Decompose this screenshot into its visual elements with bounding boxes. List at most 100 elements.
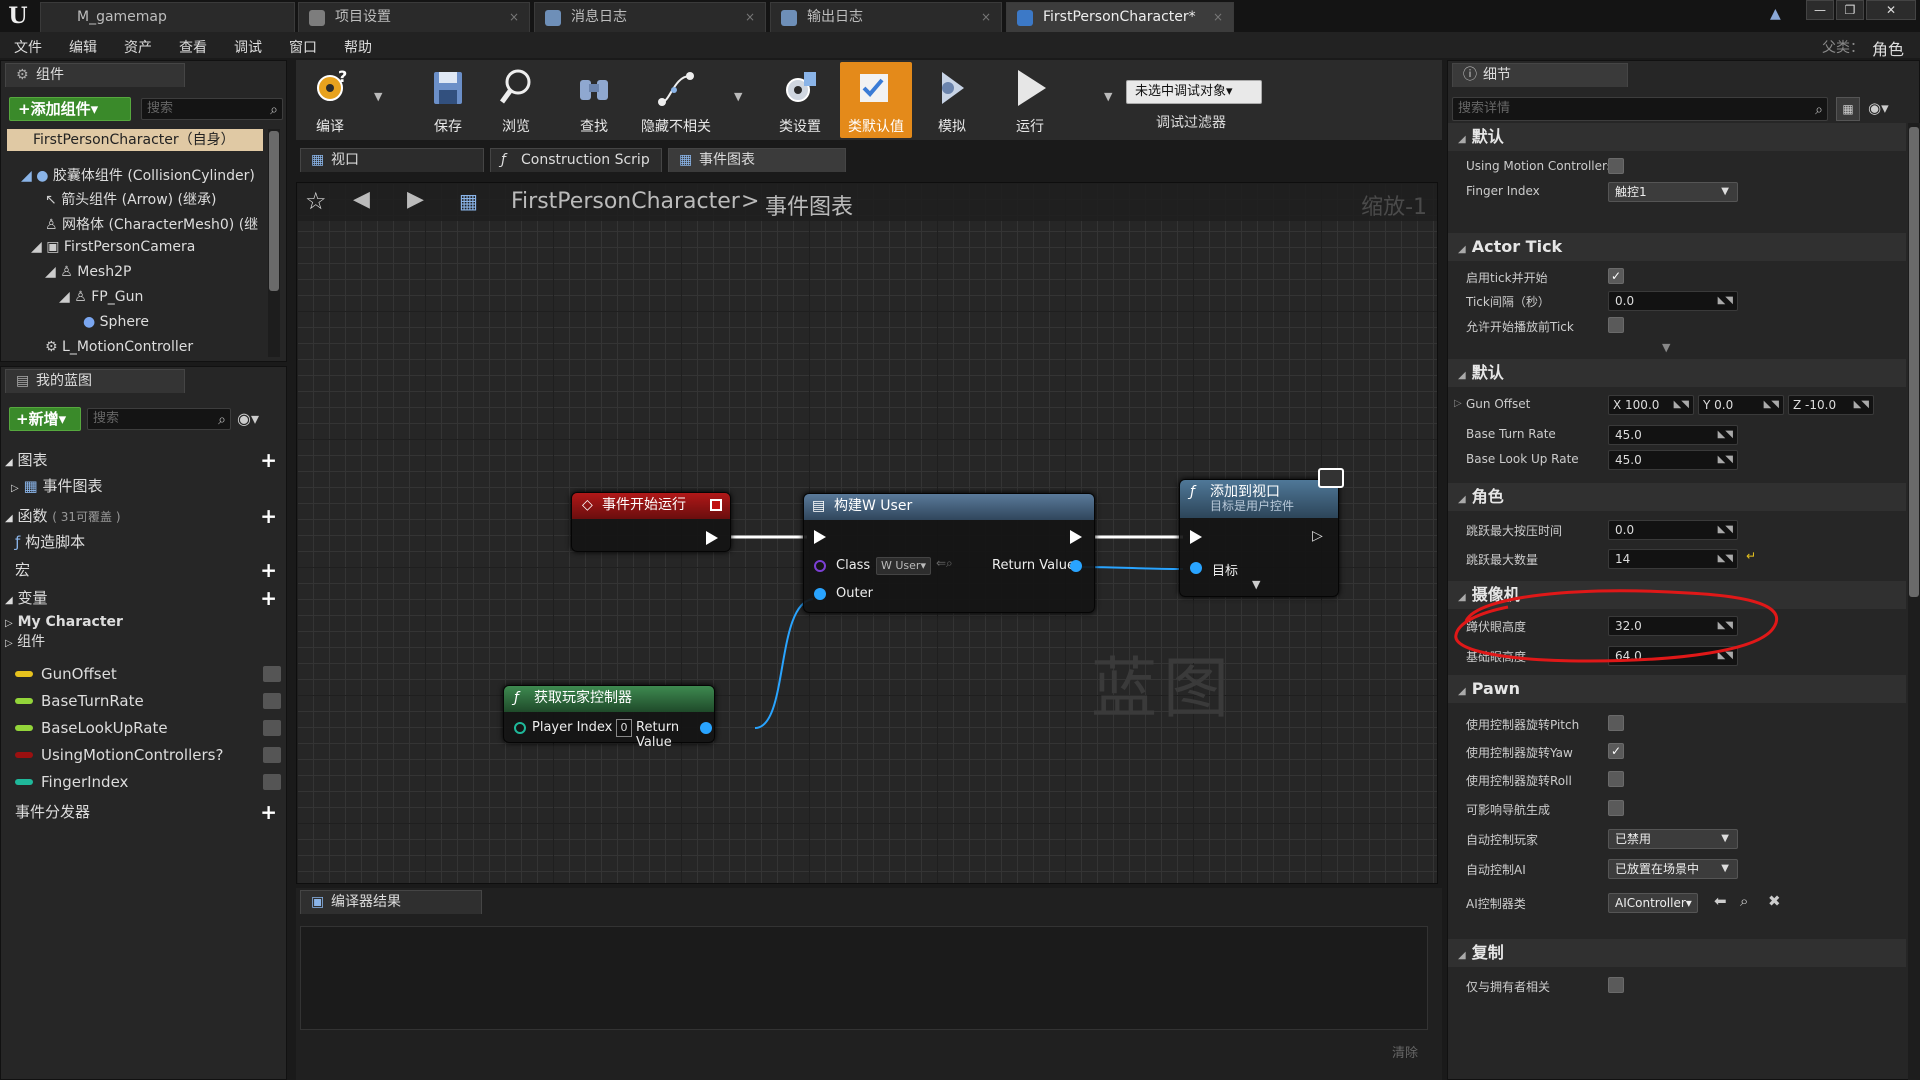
gun-offset-y-input[interactable]: Y 0.0 ◣◥ [1698, 395, 1784, 415]
target-pin[interactable] [1190, 562, 1202, 574]
component-fp-gun[interactable]: ◢ ♙ FP_Gun [59, 289, 143, 305]
tab-components[interactable]: ⚙ 组件 [5, 63, 185, 87]
exec-out-pin[interactable] [706, 531, 718, 545]
jump-max-count-input[interactable]: 14 ◣◥ [1608, 549, 1738, 569]
doc-tab-message-log[interactable]: 消息日志 × [534, 2, 766, 32]
finger-index-dropdown[interactable]: 触控1 ▼ [1608, 182, 1738, 202]
compile-options-caret-icon[interactable]: ▼ [374, 90, 382, 103]
component-first-person-camera[interactable]: ◢ ▣ FirstPersonCamera [31, 239, 195, 255]
property-matrix-grid-icon[interactable]: ▦ [1836, 97, 1860, 121]
expand-icon[interactable]: ▷ [1454, 398, 1462, 409]
tab-event-graph[interactable]: ▦ 事件图表 [668, 148, 846, 172]
section-event-dispatchers[interactable]: 事件分发器 + [15, 799, 295, 825]
doc-tab-project-settings[interactable]: 项目设置 × [298, 2, 530, 32]
close-tab-icon[interactable]: × [1213, 3, 1223, 31]
class-select-dropdown[interactable]: W User▾ [876, 557, 931, 575]
ai-controller-class-dropdown[interactable]: AIController▾ [1608, 893, 1698, 913]
reset-to-default-icon[interactable]: ↵ [1746, 549, 1756, 563]
advanced-expand-chevron-icon[interactable]: ▼ [1662, 341, 1670, 354]
play-options-caret-icon[interactable]: ▼ [1104, 90, 1112, 103]
player-index-input[interactable]: 0 [616, 719, 632, 737]
node-add-to-viewport[interactable]: ƒ 添加到视口 目标是用户控件 ▷ 目标 ▼ [1179, 468, 1344, 597]
section-functions[interactable]: ◢ 函数 ( 31可覆盖 ) + [5, 503, 285, 529]
use-controller-pitch-checkbox[interactable] [1608, 715, 1624, 731]
tick-interval-input[interactable]: 0.0 ◣◥ [1608, 291, 1738, 311]
close-window-button[interactable]: ✕ [1866, 0, 1916, 20]
components-search-input[interactable]: 搜索 ⌕ [141, 98, 283, 120]
class-settings-button[interactable]: 类设置 [766, 62, 834, 138]
add-graph-icon[interactable]: + [260, 447, 277, 473]
details-scrollbar[interactable] [1908, 123, 1920, 1080]
maximize-button[interactable]: ❐ [1836, 0, 1864, 20]
component-sphere[interactable]: ● Sphere [83, 314, 149, 330]
visibility-eye-icon[interactable] [263, 693, 281, 709]
details-search-input[interactable]: 搜索详情 ⌕ [1452, 97, 1828, 121]
player-index-pin[interactable] [514, 722, 526, 734]
close-tab-icon[interactable]: × [981, 3, 991, 31]
delegate-pin-icon[interactable] [710, 499, 722, 511]
tab-construction-script[interactable]: ƒ Construction Scrip [490, 148, 662, 172]
close-tab-icon[interactable]: × [509, 3, 519, 31]
start-with-tick-checkbox[interactable]: ✓ [1608, 268, 1624, 284]
view-options-eye-icon[interactable]: ◉▾ [1868, 99, 1889, 117]
visibility-eye-icon[interactable] [263, 774, 281, 790]
visibility-eye-icon[interactable] [263, 747, 281, 763]
outer-pin[interactable] [814, 588, 826, 600]
doc-tab-output-log[interactable]: 输出日志 × [770, 2, 1002, 32]
visibility-eye-icon[interactable] [263, 666, 281, 682]
exec-in-pin[interactable] [814, 530, 826, 544]
class-pin[interactable] [814, 560, 826, 572]
auto-possess-ai-dropdown[interactable]: 已放置在场景中 ▼ [1608, 859, 1738, 879]
doc-tab-m-gamemap[interactable]: M_gamemap [40, 2, 295, 32]
add-component-button[interactable]: +添加组件▾ [9, 97, 131, 121]
can-affect-navigation-checkbox[interactable] [1608, 800, 1624, 816]
browse-search-icon[interactable]: ⌕ [1740, 892, 1748, 910]
components-scrollbar[interactable] [268, 129, 280, 357]
details-section-camera[interactable]: ◢ 摄像机 [1448, 581, 1906, 609]
details-section-default-2[interactable]: ◢ 默认 [1448, 359, 1906, 387]
clear-x-icon[interactable]: ✖ [1768, 892, 1781, 910]
component-mesh2p[interactable]: ◢ ♙ Mesh2P [45, 264, 131, 280]
return-value-pin[interactable] [1070, 560, 1082, 572]
variable-base-turn-rate[interactable]: BaseTurnRate [15, 690, 285, 712]
add-function-icon[interactable]: + [260, 503, 277, 529]
menu-view[interactable]: 查看 [179, 37, 207, 57]
auto-possess-player-dropdown[interactable]: 已禁用 ▼ [1608, 829, 1738, 849]
component-arrow[interactable]: ↖ 箭头组件 (Arrow) (继承) [45, 189, 217, 209]
doc-tab-first-person-character[interactable]: FirstPersonCharacter* × [1006, 2, 1234, 32]
add-new-button[interactable]: +新增▾ [9, 407, 81, 431]
expand-node-chevron-icon[interactable]: ▼ [1252, 578, 1260, 591]
variable-gun-offset[interactable]: GunOffset [15, 663, 285, 685]
blueprint-search-input[interactable]: 搜索 ⌕ [87, 408, 231, 430]
gun-offset-z-input[interactable]: Z -10.0 ◣◥ [1788, 395, 1874, 415]
section-variables[interactable]: ◢ 变量 + [5, 585, 285, 611]
tab-my-blueprint[interactable]: ▤ 我的蓝图 [5, 369, 185, 393]
close-tab-icon[interactable]: × [745, 3, 755, 31]
browse-button[interactable]: 浏览 [482, 62, 550, 138]
menu-help[interactable]: 帮助 [344, 37, 372, 57]
node-event-begin-play[interactable]: ◇ 事件开始运行 [571, 492, 731, 552]
clear-results-button[interactable]: 清除 [1392, 1042, 1418, 1061]
section-macros[interactable]: 宏 + [15, 557, 295, 583]
jump-max-hold-time-input[interactable]: 0.0 ◣◥ [1608, 520, 1738, 540]
menu-file[interactable]: 文件 [14, 37, 42, 57]
tick-before-begin-play-checkbox[interactable] [1608, 317, 1624, 333]
use-controller-yaw-checkbox[interactable]: ✓ [1608, 743, 1624, 759]
add-macro-icon[interactable]: + [260, 557, 277, 583]
use-controller-roll-checkbox[interactable] [1608, 771, 1624, 787]
debug-object-dropdown[interactable]: 未选中调试对象▾ [1126, 80, 1262, 104]
simulate-button[interactable]: 模拟 [918, 62, 986, 138]
tab-details[interactable]: ⓘ 细节 [1452, 63, 1628, 87]
component-root-self[interactable]: FirstPersonCharacter（自身） [7, 129, 263, 151]
component-collision-cylinder[interactable]: ◢ ● 胶囊体组件 (CollisionCylinder) [21, 165, 255, 185]
exec-out-pin[interactable] [1070, 530, 1082, 544]
hide-options-caret-icon[interactable]: ▼ [734, 90, 742, 103]
class-defaults-button[interactable]: 类默认值 [840, 62, 912, 138]
hide-unrelated-button[interactable]: 隐藏不相关 [632, 62, 720, 138]
details-section-replication[interactable]: ◢ 复制 [1448, 939, 1906, 967]
base-turn-rate-input[interactable]: 45.0 ◣◥ [1608, 425, 1738, 445]
menu-asset[interactable]: 资产 [124, 37, 152, 57]
base-eye-height-input[interactable]: 64.0 ◣◥ [1608, 646, 1738, 666]
minimize-button[interactable]: — [1806, 0, 1834, 20]
use-asset-arrow-icon[interactable]: ⇐⌕ [936, 556, 953, 571]
